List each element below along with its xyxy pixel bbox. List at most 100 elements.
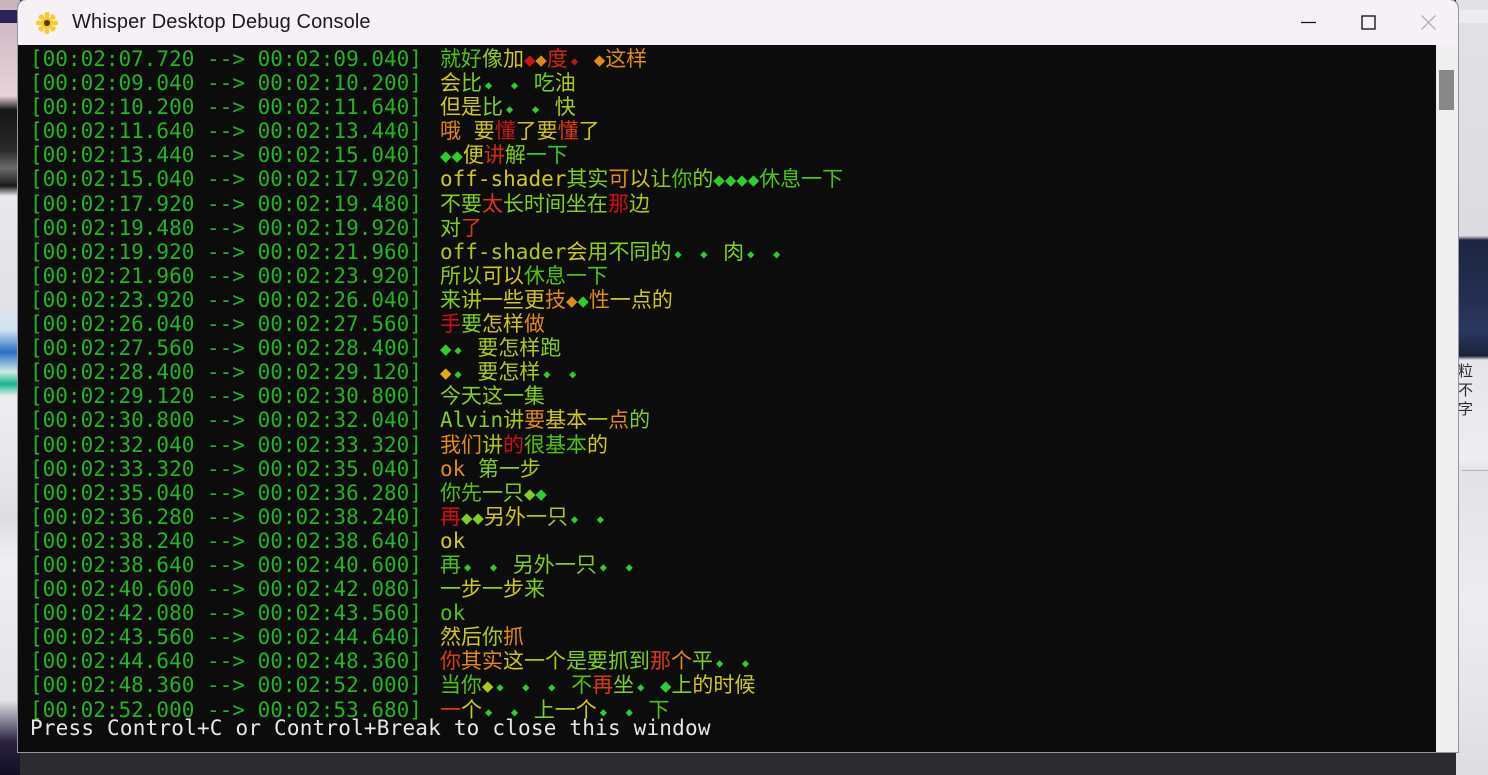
console-line: [00:02:40.600 --> 00:02:42.080] 一步一步来: [18, 577, 1436, 601]
segment-text: off-shader其实可以让你的◆◆◆◆休息一下: [439, 167, 844, 192]
console-line: [00:02:11.640 --> 00:02:13.440] 哦 要懂了要懂了: [18, 119, 1436, 143]
replacement-glyph-small: ◆: [700, 246, 708, 261]
segment-timestamp: [00:02:17.920 --> 00:02:19.480]: [30, 191, 422, 216]
replacement-glyph-small: ◆: [570, 54, 579, 68]
window-controls: [1278, 0, 1458, 45]
replacement-glyph-small: ◆: [454, 343, 462, 358]
console-line: [00:02:35.040 --> 00:02:36.280] 你先一只◆◆: [18, 481, 1436, 505]
segment-text: ◆ ◆ 要怎样 ◆ ◆: [422, 360, 579, 386]
segment-text: 但是比 ◆ ◆ 快: [439, 95, 576, 120]
console-body[interactable]: [00:02:07.720 --> 00:02:09.040] 就好像加◆◆度 ◆ …: [18, 45, 1458, 752]
replacement-glyph-small: ◆: [637, 680, 645, 695]
scrollbar-thumb[interactable]: [1439, 70, 1454, 110]
segment-text: 不要太长时间坐在那边: [439, 191, 650, 216]
replacement-glyph-small: ◆: [674, 246, 682, 261]
console-line: [00:02:42.080 --> 00:02:43.560] ok: [18, 601, 1436, 625]
replacement-glyph-small: ◆: [570, 511, 579, 526]
maximize-button[interactable]: [1338, 0, 1398, 45]
replacement-glyph: ◆: [535, 482, 547, 505]
background-window-left-edge: [0, 0, 20, 775]
replacement-glyph-small: ◆: [522, 680, 530, 695]
segment-timestamp: [00:02:32.040 --> 00:02:33.320]: [30, 432, 422, 457]
maximize-icon: [1360, 15, 1376, 30]
segment-timestamp: [00:02:38.640 --> 00:02:40.600]: [30, 552, 422, 577]
console-line: [00:02:09.040 --> 00:02:10.200] 会比 ◆ ◆ 吃油: [18, 71, 1436, 95]
console-line: [00:02:48.360 --> 00:02:52.000] 当你◆ ◆ ◆ ◆ …: [18, 673, 1436, 697]
replacement-glyph: ◆: [439, 338, 452, 361]
segment-text: 然后你抓: [439, 625, 524, 650]
segment-text: ◆ ◆ 要怎样跑: [439, 336, 562, 361]
segment-text: 再 ◆ ◆ 另外一只 ◆ ◆: [422, 553, 636, 579]
replacement-glyph: ◆: [535, 49, 547, 71]
segment-text: ok 第一步: [439, 456, 541, 481]
replacement-glyph: ◆: [659, 675, 672, 698]
close-icon: [1420, 14, 1436, 31]
replacement-glyph-small: ◆: [747, 246, 755, 261]
replacement-glyph-small: ◆: [484, 78, 493, 93]
replacement-glyph: ◆: [523, 49, 536, 71]
console-line: [00:02:07.720 --> 00:02:09.040] 就好像加◆◆度 ◆ …: [18, 47, 1436, 71]
replacement-glyph-small: ◆: [543, 367, 551, 382]
segment-timestamp: [00:02:21.960 --> 00:02:23.920]: [30, 263, 422, 288]
replacement-glyph: ◆: [523, 482, 536, 505]
replacement-glyph: ◆: [747, 169, 760, 192]
replacement-glyph-small: ◆: [741, 656, 750, 671]
segment-timestamp: [00:02:19.480 --> 00:02:19.920]: [30, 215, 422, 240]
replacement-glyph-small: ◆: [489, 559, 498, 574]
console-line: [00:02:15.040 --> 00:02:17.920] off-shade…: [18, 167, 1436, 191]
replacement-glyph-small: ◆: [510, 78, 519, 93]
whisper-debug-console-window: Whisper Desktop Debug Console [00:02:07.…: [18, 0, 1458, 752]
segment-timestamp: [00:02:36.280 --> 00:02:38.240]: [30, 504, 422, 529]
segment-timestamp: [00:02:10.200 --> 00:02:11.640]: [30, 95, 422, 120]
close-button[interactable]: [1398, 0, 1458, 45]
segment-text: ok: [439, 528, 466, 553]
title-bar[interactable]: Whisper Desktop Debug Console: [18, 0, 1458, 45]
segment-timestamp: [00:02:42.080 --> 00:02:43.560]: [30, 601, 422, 626]
segment-timestamp: [00:02:33.320 --> 00:02:35.040]: [30, 456, 422, 481]
replacement-glyph: ◆: [439, 362, 452, 385]
segment-timestamp: [00:02:19.920 --> 00:02:21.960]: [30, 239, 422, 264]
console-line: [00:02:36.280 --> 00:02:38.240] 再◆◆另外一只 ◆ …: [18, 505, 1436, 529]
minimize-button[interactable]: [1278, 0, 1338, 45]
replacement-glyph-small: ◆: [596, 511, 604, 526]
console-status-line: Press Control+C or Control+Break to clos…: [30, 716, 711, 740]
console-scrollbar[interactable]: [1436, 45, 1458, 752]
segment-text: 对了: [439, 215, 482, 240]
segment-text: 哦 要懂了要懂了: [439, 119, 600, 144]
replacement-glyph: ◆: [439, 145, 452, 168]
background-window-right-edge: 粒不字: [1456, 0, 1488, 775]
segment-text: ok: [439, 601, 466, 626]
segment-text: 来讲一些更技◆◆性一点的: [439, 287, 673, 312]
segment-text: Alvin讲要基本一点的: [439, 408, 651, 433]
segment-text: 当你◆ ◆ ◆ ◆ 不再坐 ◆ ◆上的时候: [439, 673, 756, 698]
replacement-glyph: ◆: [481, 675, 494, 698]
replacement-glyph-small: ◆: [496, 680, 504, 695]
console-line: [00:02:10.200 --> 00:02:11.640] 但是比 ◆ ◆ 快: [18, 95, 1436, 119]
replacement-glyph: ◆: [565, 289, 578, 312]
segment-text: 一步一步来: [439, 577, 545, 602]
replacement-glyph: ◆: [736, 169, 748, 192]
segment-text: 再◆◆另外一只 ◆ ◆: [422, 505, 607, 531]
replacement-glyph-small: ◆: [463, 559, 472, 574]
segment-timestamp: [00:02:27.560 --> 00:02:28.400]: [30, 336, 422, 361]
segment-timestamp: [00:02:28.400 --> 00:02:29.120]: [30, 360, 422, 385]
replacement-glyph: ◆: [451, 145, 463, 168]
segment-text: 今天这一集: [439, 384, 545, 409]
replacement-glyph-small: ◆: [773, 246, 781, 261]
segment-timestamp: [00:02:13.440 --> 00:02:15.040]: [30, 143, 422, 168]
console-line: [00:02:21.960 --> 00:02:23.920] 所以可以休息一下: [18, 264, 1436, 288]
console-line: [00:02:19.480 --> 00:02:19.920] 对了: [18, 216, 1436, 240]
replacement-glyph-small: ◆: [454, 367, 462, 382]
replacement-glyph-small: ◆: [548, 680, 556, 695]
background-right-text: 粒不字: [1458, 362, 1474, 418]
console-line: [00:02:13.440 --> 00:02:15.040] ◆◆便讲解一下: [18, 143, 1436, 167]
segment-timestamp: [00:02:40.600 --> 00:02:42.080]: [30, 577, 422, 602]
minimize-icon: [1300, 21, 1316, 24]
segment-text: 就好像加◆◆度 ◆ ◆这样: [439, 47, 648, 71]
console-line: [00:02:44.640 --> 00:02:48.360] 你其实这一个是要抓…: [18, 649, 1436, 673]
segment-text: 你先一只◆◆: [439, 480, 547, 505]
console-transcript-output[interactable]: [00:02:07.720 --> 00:02:09.040] 就好像加◆◆度 ◆ …: [18, 45, 1436, 752]
replacement-glyph-small: ◆: [625, 559, 633, 574]
segment-timestamp: [00:02:07.720 --> 00:02:09.040]: [30, 47, 422, 71]
segment-timestamp: [00:02:48.360 --> 00:02:52.000]: [30, 673, 422, 698]
